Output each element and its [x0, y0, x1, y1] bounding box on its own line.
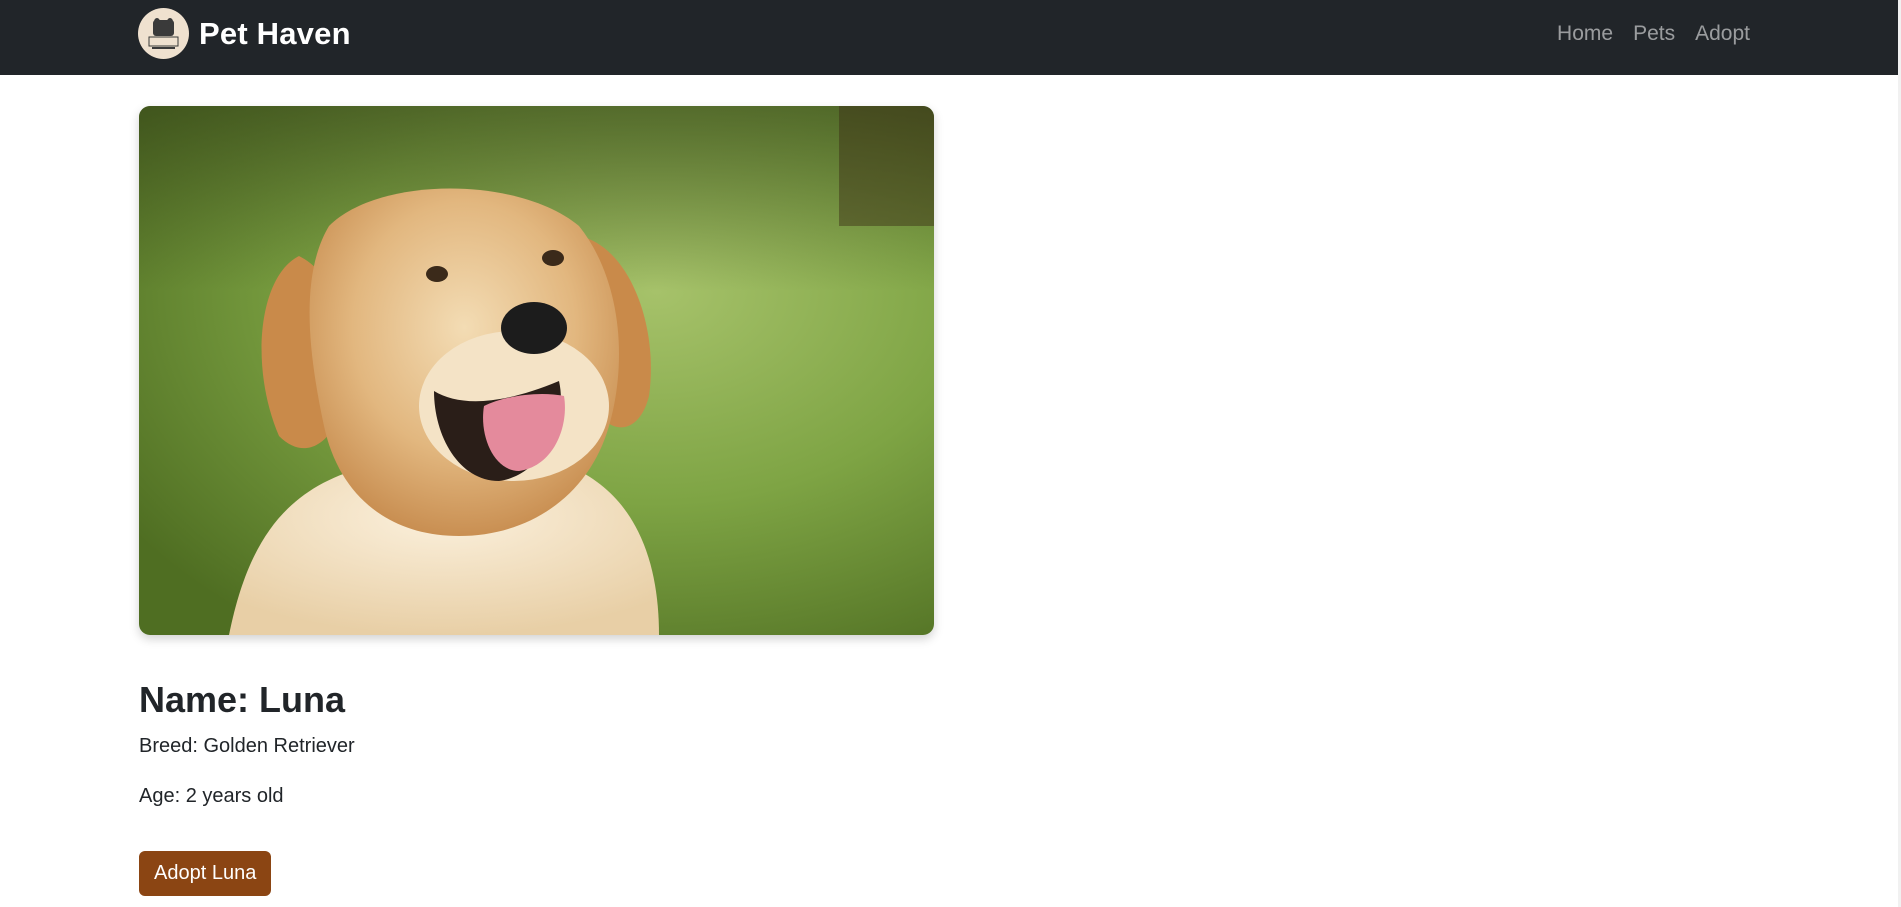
- nav-links: Home Pets Adopt: [1557, 20, 1750, 48]
- nav-link-home[interactable]: Home: [1557, 20, 1613, 48]
- nav-link-adopt[interactable]: Adopt: [1695, 20, 1750, 48]
- brand-name: Pet Haven: [199, 15, 351, 51]
- pet-photo: [139, 106, 934, 635]
- nav-link-pets[interactable]: Pets: [1633, 20, 1675, 48]
- brand-link[interactable]: Pet Haven: [138, 8, 351, 59]
- adopt-button[interactable]: Adopt Luna: [139, 851, 272, 896]
- pet-name: Name: Luna: [139, 679, 346, 720]
- pet-haven-logo-icon: [138, 8, 189, 59]
- pet-breed: Breed: Golden Retriever: [139, 735, 355, 757]
- navbar: Pet Haven Home Pets Adopt: [0, 0, 1898, 75]
- pet-age: Age: 2 years old: [139, 785, 284, 807]
